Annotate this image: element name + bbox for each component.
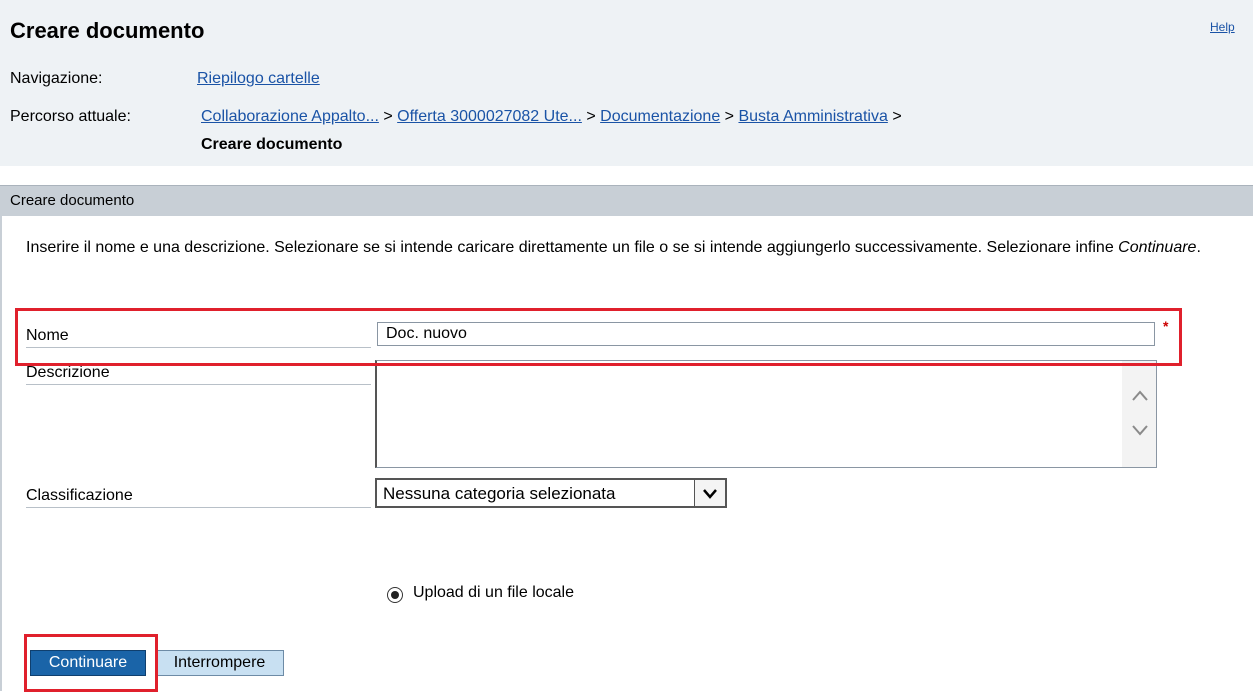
breadcrumb-documentation[interactable]: Documentazione (600, 108, 720, 125)
current-path-label: Percorso attuale: (10, 108, 131, 125)
classification-select[interactable]: Nessuna categoria selezionata (375, 478, 727, 508)
folder-summary-link[interactable]: Riepilogo cartelle (197, 70, 320, 88)
breadcrumb-separator: > (586, 108, 596, 125)
instructions-emphasis: Continuare (1118, 239, 1197, 256)
required-marker: * (1163, 318, 1169, 334)
section-left-border (0, 215, 2, 691)
name-input[interactable] (377, 322, 1155, 346)
classification-selected-value: Nessuna categoria selezionata (383, 484, 616, 503)
breadcrumb-separator: > (724, 108, 735, 125)
navigation-label: Navigazione: (10, 70, 103, 87)
section-title: Creare documento (10, 192, 135, 209)
help-link[interactable]: Help (1210, 20, 1235, 34)
chevron-down-icon[interactable] (1131, 421, 1149, 439)
description-textarea[interactable] (375, 360, 1157, 468)
instructions-main: Inserire il nome e una descrizione. Sele… (26, 239, 1119, 256)
upload-local-file-radio[interactable] (387, 587, 403, 603)
breadcrumb: Collaborazione Appalto... > Offerta 3000… (201, 108, 902, 126)
section-header: Creare documento (0, 185, 1253, 216)
breadcrumb-current-page: Creare documento (201, 136, 343, 153)
description-scrollbar[interactable] (1122, 361, 1156, 467)
breadcrumb-offer[interactable]: Offerta 3000027082 Ute... (397, 108, 582, 125)
classification-label: Classificazione (26, 487, 371, 508)
name-label: Nome (26, 327, 371, 348)
chevron-down-icon[interactable] (694, 480, 725, 506)
breadcrumb-separator: > (383, 108, 393, 125)
breadcrumb-separator: > (892, 108, 902, 125)
instructions-text: Inserire il nome e una descrizione. Sele… (26, 237, 1226, 259)
chevron-up-icon[interactable] (1131, 387, 1149, 405)
cancel-button[interactable]: Interrompere (155, 650, 284, 676)
breadcrumb-administrative-envelope[interactable]: Busta Amministrativa (738, 108, 887, 125)
page-header: Creare documento Help Navigazione: Riepi… (0, 0, 1253, 166)
page-title: Creare documento (10, 18, 205, 43)
instructions-suffix: . (1196, 239, 1201, 256)
description-label: Descrizione (26, 364, 371, 385)
upload-local-file-label[interactable]: Upload di un file locale (413, 584, 574, 602)
breadcrumb-collaboration[interactable]: Collaborazione Appalto... (201, 108, 379, 125)
continue-button[interactable]: Continuare (30, 650, 146, 676)
